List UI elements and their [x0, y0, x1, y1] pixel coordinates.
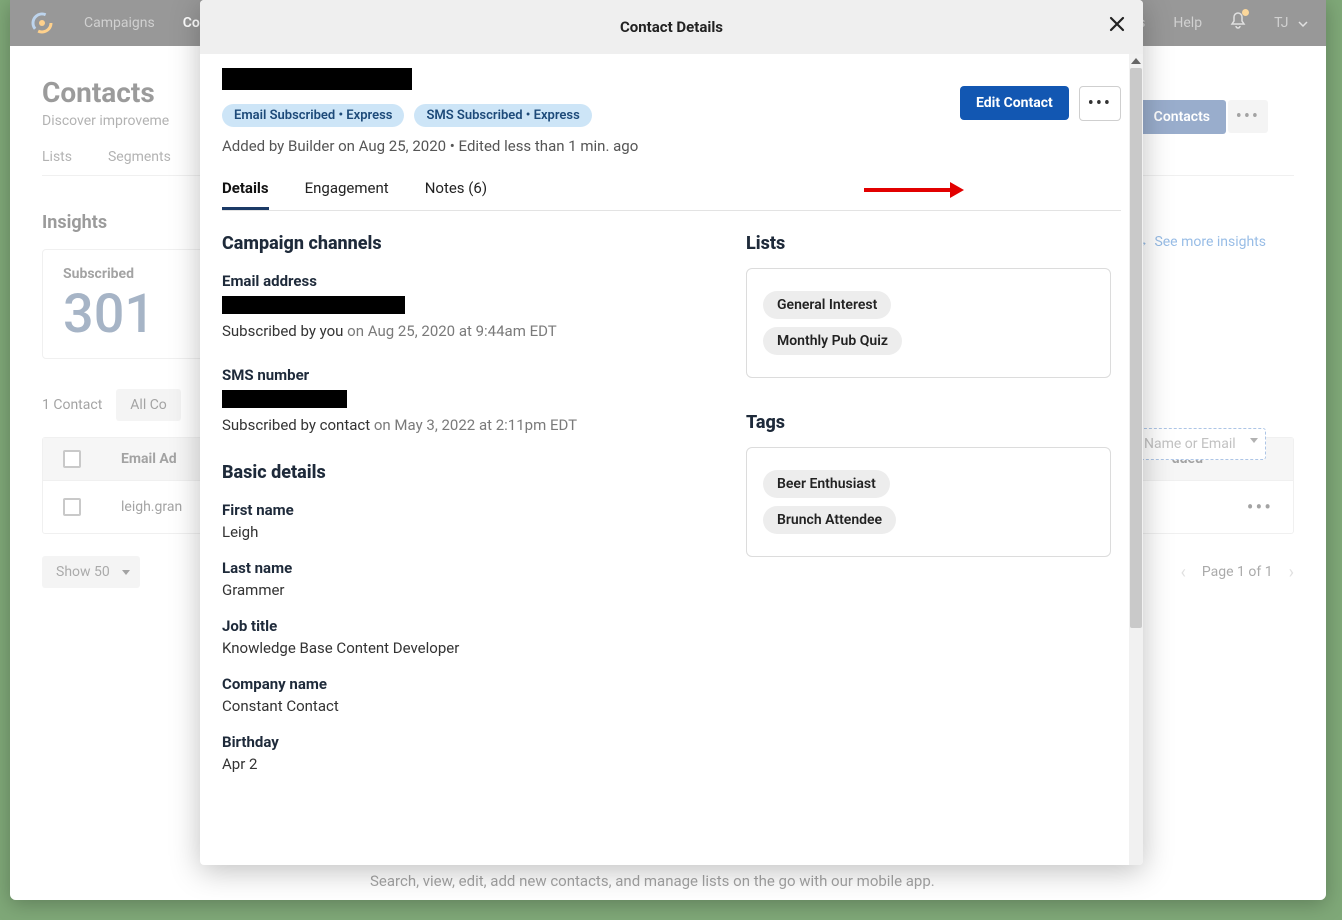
basic-details-heading: Basic details	[222, 462, 666, 483]
modal-scrollbar[interactable]	[1129, 54, 1143, 865]
email-sub-suffix: on Aug 25, 2020 at 9:44am EDT	[343, 322, 556, 340]
tag-chip[interactable]: Brunch Attendee	[763, 506, 896, 534]
badge-sms-subscribed: SMS Subscribed • Express	[414, 104, 591, 127]
contact-name-redacted	[222, 68, 412, 90]
job-title-label: Job title	[222, 617, 666, 635]
sms-sub-suffix: on May 3, 2022 at 2:11pm EDT	[370, 416, 577, 434]
birthday-label: Birthday	[222, 733, 666, 751]
tags-panel: Beer Enthusiast Brunch Attendee	[746, 447, 1111, 557]
lists-heading: Lists	[746, 233, 1111, 254]
modal-header: Contact Details	[200, 0, 1143, 54]
contact-meta: Added by Builder on Aug 25, 2020 • Edite…	[222, 137, 638, 155]
lists-panel: General Interest Monthly Pub Quiz	[746, 268, 1111, 378]
contact-details-modal: Contact Details Email Subscribed • Expre…	[200, 0, 1143, 865]
company-name-value: Constant Contact	[222, 697, 666, 715]
details-right-column: Lists General Interest Monthly Pub Quiz …	[746, 233, 1111, 830]
edit-contact-button[interactable]: Edit Contact	[960, 86, 1069, 120]
tag-chip[interactable]: Beer Enthusiast	[763, 470, 890, 498]
app-frame: Campaigns Contacts Reporting Sign-up For…	[10, 0, 1326, 900]
last-name-label: Last name	[222, 559, 666, 577]
sms-subscribe-info: Subscribed by contact on May 3, 2022 at …	[222, 416, 666, 434]
first-name-value: Leigh	[222, 523, 666, 541]
badge-email-subscribed: Email Subscribed • Express	[222, 104, 404, 127]
birthday-value: Apr 2	[222, 755, 666, 773]
close-icon[interactable]	[1107, 14, 1127, 38]
last-name-value: Grammer	[222, 581, 666, 599]
contact-more-actions-button[interactable]: •••	[1079, 86, 1121, 121]
tab-engagement[interactable]: Engagement	[305, 179, 389, 210]
campaign-channels-heading: Campaign channels	[222, 233, 666, 254]
first-name-label: First name	[222, 501, 666, 519]
company-name-label: Company name	[222, 675, 666, 693]
email-sub-prefix: Subscribed by you	[222, 322, 343, 340]
list-chip[interactable]: Monthly Pub Quiz	[763, 327, 902, 355]
scroll-up-icon[interactable]	[1129, 54, 1143, 68]
tab-details[interactable]: Details	[222, 179, 269, 210]
email-address-label: Email address	[222, 272, 666, 290]
modal-title: Contact Details	[620, 18, 723, 36]
email-subscribe-info: Subscribed by you on Aug 25, 2020 at 9:4…	[222, 322, 666, 340]
tags-heading: Tags	[746, 412, 1111, 433]
scroll-thumb[interactable]	[1130, 68, 1142, 628]
sms-redacted	[222, 390, 347, 408]
tab-notes[interactable]: Notes (6)	[425, 179, 487, 210]
job-title-value: Knowledge Base Content Developer	[222, 639, 666, 657]
list-chip[interactable]: General Interest	[763, 291, 891, 319]
details-left-column: Campaign channels Email address Subscrib…	[222, 233, 666, 830]
sms-number-label: SMS number	[222, 366, 666, 384]
email-redacted	[222, 296, 405, 314]
sms-sub-prefix: Subscribed by contact	[222, 416, 370, 434]
modal-tabs: Details Engagement Notes (6)	[222, 179, 1121, 211]
